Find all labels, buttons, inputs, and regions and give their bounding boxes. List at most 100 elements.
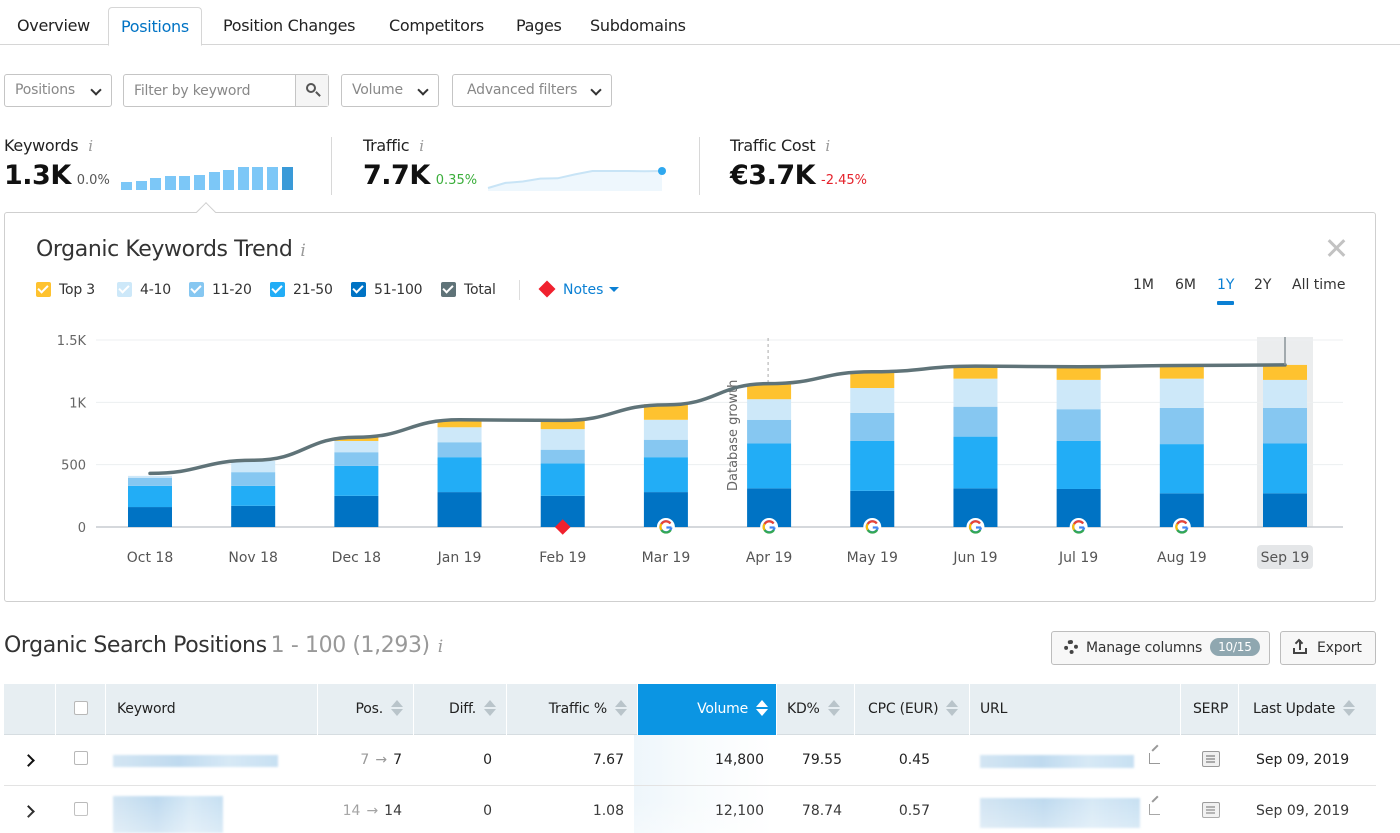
traffic-value: 7.7K (363, 160, 430, 191)
positions-title: Organic Search Positions 1 - 100 (1,293) i (4, 633, 443, 658)
external-link-icon[interactable] (1149, 753, 1160, 764)
info-icon[interactable]: i (419, 137, 424, 155)
serp-snapshot-icon[interactable] (1202, 802, 1220, 818)
sparkline-bar (179, 176, 191, 190)
keywords-metric[interactable]: Keywords i 1.3K 0.0% (4, 136, 110, 191)
traffic-metric[interactable]: Traffic i 7.7K 0.35% (363, 136, 477, 191)
info-icon[interactable]: i (438, 637, 443, 657)
legend-11-20[interactable]: 11-20 (189, 282, 252, 298)
sort-icon (946, 699, 959, 717)
positions-filter-dropdown[interactable]: Positions (4, 74, 112, 107)
th-cpc[interactable]: CPC (EUR) (855, 684, 970, 735)
gear-icon (1064, 640, 1078, 654)
legend-top3[interactable]: Top 3 (36, 282, 95, 298)
range-2y[interactable]: 2Y (1254, 277, 1271, 293)
advanced-filters-label: Advanced filters (467, 82, 578, 98)
close-icon[interactable] (1325, 237, 1347, 259)
th-pos[interactable]: Pos. (318, 684, 414, 735)
checkbox-icon (189, 282, 204, 297)
sparkline-bar (208, 172, 220, 190)
th-kd[interactable]: KD% (777, 684, 855, 735)
chevron-down-icon (90, 84, 102, 96)
last-update-cell: Sep 09, 2019 (1256, 752, 1350, 768)
tab-overview[interactable]: Overview (5, 7, 102, 45)
sparkline-bar (150, 178, 162, 190)
table-row[interactable]: 7 → 7 0 7.67 14,800 79.55 0.45 Sep 09, 201… (4, 735, 1376, 786)
legend-21-50[interactable]: 21-50 (270, 282, 333, 298)
th-diff[interactable]: Diff. (414, 684, 507, 735)
checkbox-icon (270, 282, 285, 297)
volume-filter-dropdown[interactable]: Volume (341, 74, 439, 107)
range-1y[interactable]: 1Y (1217, 277, 1235, 305)
manage-columns-button[interactable]: Manage columns 10/15 (1051, 631, 1270, 665)
th-keyword: Keyword (106, 684, 318, 735)
trend-title: Organic Keywords Trend i (36, 237, 306, 262)
traffic-sparkline (487, 167, 666, 191)
info-icon[interactable]: i (88, 137, 93, 155)
keyword-link-redacted[interactable] (113, 755, 278, 767)
tab-competitors[interactable]: Competitors (377, 7, 496, 45)
keywords-value: 1.3K (4, 160, 71, 191)
info-icon[interactable]: i (300, 241, 305, 261)
info-icon[interactable]: i (825, 137, 830, 155)
traffic-cost-delta: -2.45% (821, 173, 868, 188)
sparkline-bar (194, 175, 205, 190)
tab-subdomains[interactable]: Subdomains (578, 7, 698, 45)
th-last-update[interactable]: Last Update (1239, 684, 1376, 735)
legend-total[interactable]: Total (441, 282, 496, 298)
keyword-filter-input[interactable] (124, 75, 296, 106)
row-checkbox[interactable] (74, 802, 88, 816)
kd-cell: 78.74 (801, 803, 842, 819)
expand-row-icon[interactable] (22, 805, 35, 818)
sparkline-bar (135, 181, 147, 190)
note-diamond-icon (538, 280, 556, 298)
table-row[interactable]: 14 → 14 0 1.08 12,100 78.74 0.57 Sep 09, 2… (4, 786, 1376, 833)
volume-filter-label: Volume (352, 82, 403, 98)
th-label: Pos. (355, 701, 384, 717)
export-button[interactable]: Export (1280, 631, 1376, 665)
chevron-down-icon (590, 84, 602, 96)
tab-positions[interactable]: Positions (108, 7, 202, 46)
url-link-redacted[interactable] (980, 798, 1140, 828)
sparkline-bar (281, 167, 293, 190)
row-checkbox[interactable] (74, 751, 88, 765)
th-expand (4, 684, 56, 735)
range-1m[interactable]: 1M (1133, 277, 1154, 293)
sparkline-bar (267, 167, 278, 190)
sort-icon (615, 699, 627, 717)
tab-pages[interactable]: Pages (504, 7, 574, 45)
external-link-icon[interactable] (1149, 804, 1160, 815)
sparkline-bar (164, 176, 176, 190)
advanced-filters-dropdown[interactable]: Advanced filters (452, 74, 612, 107)
manage-columns-label: Manage columns (1086, 640, 1203, 656)
sort-icon (756, 699, 768, 717)
serp-snapshot-icon[interactable] (1202, 751, 1220, 767)
export-label: Export (1317, 640, 1362, 656)
th-volume[interactable]: Volume (638, 684, 777, 735)
tab-position-changes[interactable]: Position Changes (211, 7, 367, 45)
traffic-cell: 1.08 (592, 803, 624, 819)
select-all-checkbox[interactable] (73, 701, 88, 715)
traffic-cell: 7.67 (592, 752, 624, 768)
arrow-right-icon: → (366, 803, 379, 819)
search-button[interactable] (295, 75, 328, 106)
keyword-link-redacted[interactable] (113, 796, 223, 833)
range-all-time[interactable]: All time (1292, 277, 1345, 293)
legend-4-10[interactable]: 4-10 (117, 282, 171, 298)
legend-51-100[interactable]: 51-100 (351, 282, 423, 298)
volume-cell: 14,800 (715, 752, 764, 768)
kd-cell: 79.55 (801, 752, 842, 768)
export-icon (1293, 638, 1307, 654)
th-label: Diff. (449, 701, 476, 717)
table-header: Keyword Pos. Diff. Traffic % Volume KD% … (4, 684, 1376, 735)
url-link-redacted[interactable] (980, 755, 1134, 768)
th-label: Last Update (1253, 701, 1336, 717)
checkbox-icon (351, 282, 366, 297)
columns-count-badge: 10/15 (1210, 638, 1260, 656)
expand-row-icon[interactable] (22, 754, 35, 767)
notes-dropdown[interactable]: Notes (538, 280, 620, 298)
range-6m[interactable]: 6M (1175, 277, 1196, 293)
th-traffic[interactable]: Traffic % (507, 684, 638, 735)
th-label: Volume (697, 701, 748, 717)
traffic-cost-metric[interactable]: Traffic Cost i €3.7K -2.45% (730, 136, 867, 191)
